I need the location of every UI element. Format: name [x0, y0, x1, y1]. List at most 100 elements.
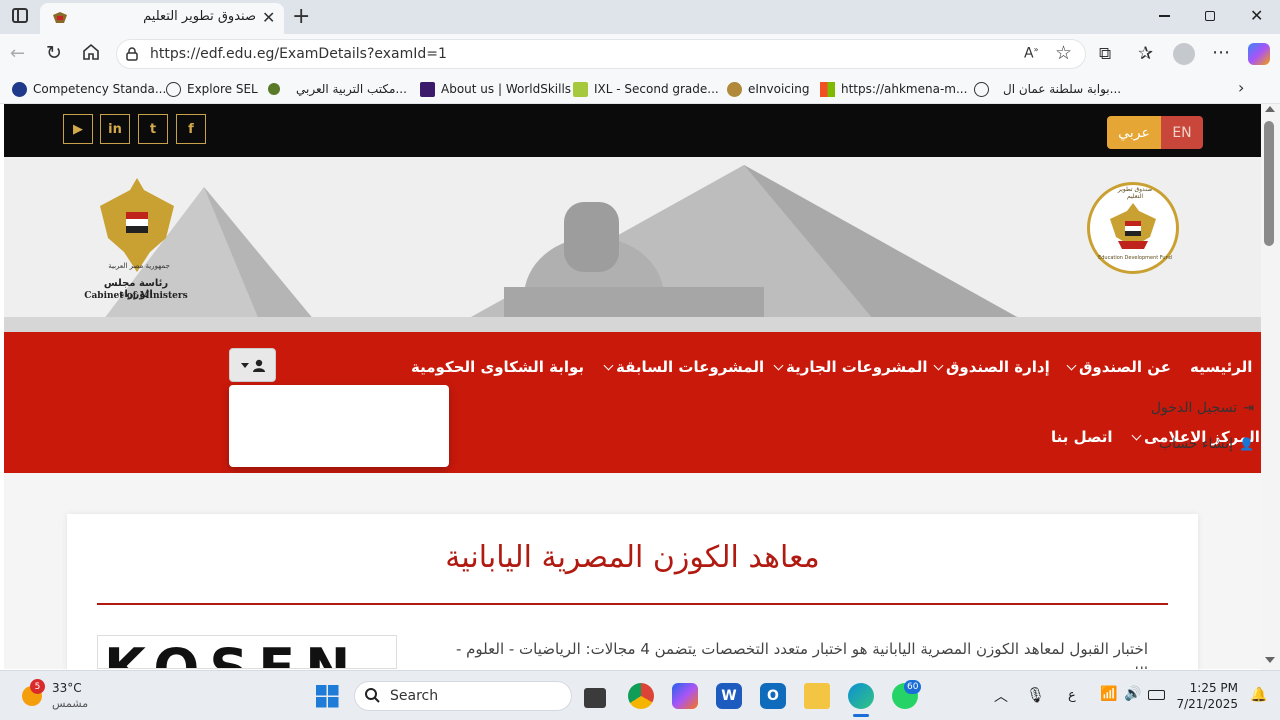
bookmark-label: eInvoicing — [748, 82, 810, 96]
login-label: تسجيل الدخول — [1150, 400, 1238, 416]
home-icon[interactable] — [82, 43, 100, 65]
youtube-icon[interactable]: ▶ — [63, 114, 93, 144]
scrollbar-thumb[interactable] — [1264, 121, 1274, 246]
user-menu-button[interactable] — [229, 348, 276, 382]
twitter-icon[interactable]: t — [138, 114, 168, 144]
language-english-button[interactable]: EN — [1161, 116, 1203, 149]
scroll-up-icon[interactable] — [1265, 106, 1275, 112]
bookmark-item[interactable]: مكتب التربية العربي... — [268, 80, 407, 98]
nav-label: عن الصندوق — [1079, 358, 1172, 376]
edge-icon[interactable] — [848, 683, 874, 709]
language-arabic-button[interactable]: عربي — [1107, 116, 1161, 149]
nav-previous-projects[interactable]: المشروعات السابقة — [603, 358, 765, 376]
register-menu-item[interactable]: 👤 إنشاء حساب — [1159, 436, 1254, 452]
more-menu-icon[interactable]: ⋯ — [1212, 42, 1230, 63]
tab-close-icon[interactable]: ✕ — [262, 8, 275, 27]
tab-actions-icon[interactable] — [12, 8, 28, 23]
cabinet-english-label: Cabinet of Ministers — [84, 291, 188, 301]
whatsapp-badge: 60 — [904, 680, 922, 694]
chrome-icon[interactable] — [628, 683, 654, 709]
user-icon — [252, 359, 265, 372]
clock-date[interactable]: 7/21/2025 — [1176, 697, 1238, 711]
outlook-icon[interactable]: O — [760, 683, 786, 709]
bookmark-label: بوابة سلطنة عمان ال... — [1003, 82, 1122, 96]
favorite-star-icon[interactable]: ☆ — [1055, 42, 1072, 64]
volume-icon[interactable]: 🔊 — [1124, 686, 1141, 702]
notifications-icon[interactable]: 🔔 — [1250, 687, 1267, 703]
nav-contact[interactable]: اتصل بنا — [1051, 428, 1113, 446]
bookmark-item[interactable]: About us | WorldSkills — [420, 80, 571, 98]
bookmark-label: Competency Standa... — [33, 82, 167, 96]
sign-in-icon: ⇥ — [1243, 400, 1254, 416]
emblem-caption: جمهورية مصر العربية — [108, 262, 170, 270]
bookmark-item[interactable]: https://ahkmena-m... — [820, 80, 967, 98]
mic-muted-icon[interactable]: 🎙 — [1026, 686, 1045, 704]
tab-title: صندوق تطوير التعليم — [143, 9, 256, 24]
weather-temp: 33°C — [52, 681, 82, 695]
url-text: https://edf.edu.eg/ExamDetails?examId=1 — [150, 46, 447, 62]
wifi-icon[interactable]: 📶 — [1100, 686, 1117, 702]
bookmark-item[interactable]: بوابة سلطنة عمان ال... — [974, 80, 1121, 98]
bookmarks-overflow-icon[interactable]: › — [1238, 78, 1244, 97]
profile-avatar[interactable] — [1173, 43, 1195, 65]
new-tab-icon[interactable]: + — [292, 4, 310, 29]
login-menu-item[interactable]: ⇥ تسجيل الدخول — [1151, 400, 1254, 416]
input-method-indicator[interactable]: ع — [1068, 688, 1076, 703]
facebook-icon[interactable]: f — [176, 114, 206, 144]
kosen-logo-image: KOSEN — [97, 635, 397, 669]
microsoft-icon — [820, 81, 835, 97]
copilot-app-icon[interactable] — [672, 683, 698, 709]
extensions-icon[interactable]: ⧉ — [1099, 44, 1111, 64]
favorites-icon[interactable]: ✰ — [1138, 43, 1153, 64]
copilot-icon[interactable] — [1248, 43, 1270, 65]
nav-about[interactable]: عن الصندوق — [1066, 358, 1172, 376]
edf-logo-english-text: Education Development Fund — [1098, 255, 1172, 261]
exam-description: اختبار القبول لمعاهد الكوزن المصرية اليا… — [455, 640, 1148, 669]
restore-icon[interactable] — [1205, 11, 1215, 21]
back-icon[interactable]: ← — [10, 43, 25, 64]
tab-favicon — [52, 10, 68, 24]
linkedin-icon[interactable]: in — [100, 114, 130, 144]
user-dropdown-menu — [229, 385, 449, 467]
nav-home[interactable]: الرئيسيه — [1190, 358, 1252, 376]
show-hidden-icons[interactable]: ︿ — [994, 686, 1008, 706]
nav-current-projects[interactable]: المشروعات الجارية — [773, 358, 928, 376]
bookmark-item[interactable]: IXL - Second grade... — [573, 80, 719, 98]
minimize-icon[interactable] — [1159, 15, 1170, 17]
bookmark-item[interactable]: Competency Standa... — [12, 80, 166, 98]
chevron-down-icon — [1131, 430, 1142, 440]
register-label: إنشاء حساب — [1158, 436, 1234, 452]
taskbar-search[interactable] — [354, 681, 572, 711]
weather-desc: مشمس — [52, 697, 89, 710]
search-placeholder: Search — [390, 688, 439, 704]
nav-label: إدارة الصندوق — [946, 358, 1050, 376]
hero-banner — [4, 157, 1261, 332]
task-view-icon[interactable] — [584, 688, 606, 708]
start-windows-icon[interactable] — [316, 685, 339, 708]
title-divider — [97, 603, 1168, 605]
scroll-down-icon[interactable] — [1265, 657, 1275, 663]
chevron-down-icon — [1066, 360, 1077, 370]
battery-icon[interactable] — [1148, 690, 1165, 700]
bookmark-label: https://ahkmena-m... — [841, 82, 968, 96]
site-info-icon[interactable] — [125, 46, 139, 66]
page-title: معاهد الكوزن المصرية اليابانية — [445, 540, 820, 575]
nav-management[interactable]: إدارة الصندوق — [933, 358, 1050, 376]
nav-label: المشروعات السابقة — [616, 358, 765, 376]
refresh-icon[interactable]: ↻ — [46, 42, 62, 64]
chevron-down-icon — [773, 360, 784, 370]
nav-complaints-portal[interactable]: بوابة الشكاوى الحكومية — [411, 358, 584, 376]
clock-time[interactable]: 1:25 PM — [1186, 681, 1238, 695]
bookmark-label: IXL - Second grade... — [594, 82, 719, 96]
read-aloud-icon[interactable]: A» — [1024, 45, 1038, 62]
close-window-icon[interactable]: ✕ — [1250, 6, 1263, 25]
bookmark-item[interactable]: eInvoicing — [727, 80, 809, 98]
bookmark-label: About us | WorldSkills — [441, 82, 572, 96]
bookmark-label: Explore SEL — [187, 82, 258, 96]
file-explorer-icon[interactable] — [804, 683, 830, 709]
bookmark-item[interactable]: Explore SEL — [166, 80, 258, 98]
kosen-logo-text: KOSEN — [104, 637, 361, 669]
word-icon[interactable]: W — [716, 683, 742, 709]
globe-icon — [166, 81, 181, 97]
active-app-indicator — [853, 714, 869, 717]
